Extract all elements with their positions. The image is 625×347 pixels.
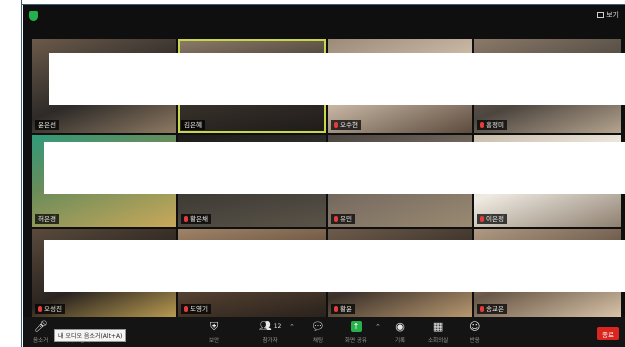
breakout-rooms-button[interactable]: ▦ 소회의실 bbox=[428, 320, 448, 344]
participant-name-label: 오성진 bbox=[35, 304, 65, 314]
participant-name-label: 윤은선 bbox=[35, 120, 59, 130]
muted-mic-icon bbox=[480, 122, 484, 128]
chevron-up-icon[interactable]: ⌃ bbox=[289, 323, 295, 331]
participants-button[interactable]: 👥︎ 12 참가자 bbox=[259, 320, 281, 344]
participant-name-label: 유민 bbox=[331, 214, 355, 224]
mute-tooltip: 내 오디오 음소거(Alt+A) bbox=[54, 329, 127, 342]
security-shield-icon[interactable] bbox=[29, 11, 38, 21]
muted-mic-icon bbox=[480, 216, 484, 222]
grid-icon: ▦ bbox=[432, 320, 444, 333]
muted-mic-icon bbox=[184, 306, 188, 312]
gallery-grid-icon bbox=[597, 12, 605, 18]
redaction-bar bbox=[44, 240, 625, 292]
microphone-icon: 🎤︎ bbox=[33, 320, 48, 333]
muted-mic-icon bbox=[334, 122, 338, 128]
muted-mic-icon bbox=[480, 306, 484, 312]
reactions-button[interactable]: ☺ 반응 bbox=[469, 320, 480, 344]
participants-count: 12 bbox=[273, 323, 282, 330]
screenshot-frame: 보기 윤은선 김은혜 오수현 홍정미 허은경 황은채 유민 이은정 오성진 도영… bbox=[0, 0, 625, 347]
participants-icon: 👥︎ 12 bbox=[259, 321, 282, 332]
meeting-window: 보기 윤은선 김은혜 오수현 홍정미 허은경 황은채 유민 이은정 오성진 도영… bbox=[23, 5, 625, 347]
view-button-label: 보기 bbox=[606, 11, 619, 19]
smiley-icon: ☺ bbox=[469, 320, 481, 333]
participant-name-label: 허은경 bbox=[35, 214, 59, 224]
left-margin bbox=[0, 0, 22, 347]
muted-mic-icon bbox=[334, 306, 338, 312]
record-icon: ◉ bbox=[395, 320, 405, 333]
participant-name-label: 김은혜 bbox=[181, 120, 205, 130]
security-button[interactable]: ⛨ 보안 bbox=[209, 319, 219, 345]
participant-name-label: 홍정미 bbox=[477, 120, 507, 130]
share-screen-icon: ↑ bbox=[350, 320, 362, 333]
participant-name-label: 이은정 bbox=[477, 214, 507, 224]
redaction-bar bbox=[44, 142, 625, 194]
muted-mic-icon bbox=[38, 306, 42, 312]
muted-mic-icon bbox=[334, 216, 338, 222]
participant-name-label: 송교은 bbox=[477, 304, 507, 314]
record-button[interactable]: ◉ 기록 bbox=[395, 320, 405, 344]
participant-name-label: 황윤 bbox=[331, 304, 355, 314]
muted-mic-icon bbox=[184, 216, 188, 222]
view-button[interactable]: 보기 bbox=[597, 10, 619, 20]
participant-name-label: 도영기 bbox=[181, 304, 211, 314]
shield-icon: ⛨ bbox=[209, 319, 219, 333]
share-screen-button[interactable]: ↑ 화면 공유 bbox=[345, 320, 367, 344]
chat-bubble-icon: 💬︎ bbox=[311, 320, 325, 333]
chat-button[interactable]: 💬︎ 채팅 bbox=[311, 320, 325, 344]
meeting-toolbar: 🎤︎ 음소거 비디오 중지 내 오디오 음소거(Alt+A) ⛨ 보안 👥︎12… bbox=[23, 317, 625, 347]
end-meeting-button[interactable]: 종료 bbox=[597, 327, 619, 340]
redaction-bar bbox=[49, 53, 625, 105]
participant-name-label: 오수현 bbox=[331, 120, 361, 130]
mute-button[interactable]: 🎤︎ 음소거 bbox=[33, 320, 48, 344]
participant-name-label: 황은채 bbox=[181, 214, 211, 224]
chevron-up-icon[interactable]: ⌃ bbox=[375, 323, 381, 331]
